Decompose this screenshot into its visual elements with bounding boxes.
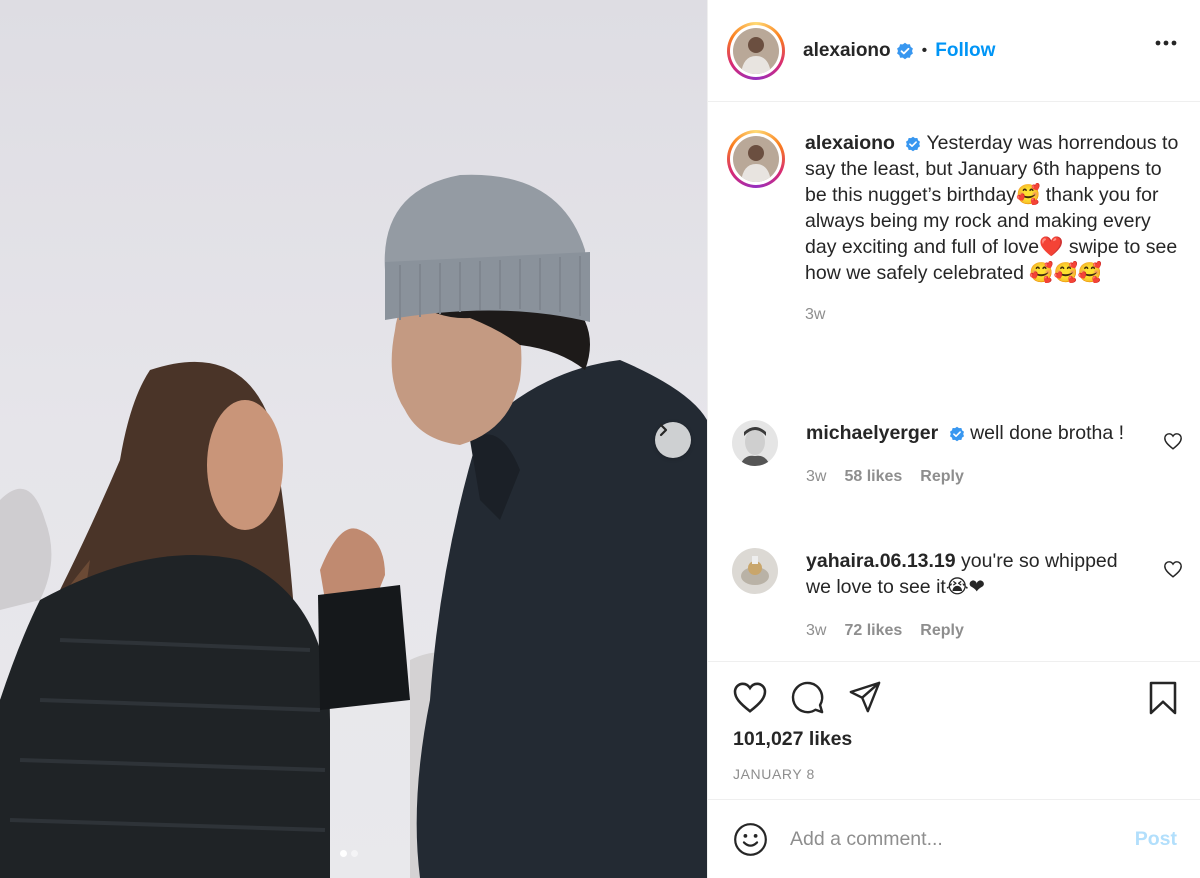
comment-timestamp[interactable]: 3w xyxy=(806,464,826,490)
post-actions: 101,027 likes JANUARY 8 xyxy=(708,661,1200,801)
heart-icon[interactable] xyxy=(732,680,768,714)
more-options-icon[interactable] xyxy=(1155,40,1177,46)
comment-username[interactable]: michaelyerger xyxy=(806,422,938,444)
comment-item: yahaira.06.13.19 you're so whipped we lo… xyxy=(732,548,1187,644)
caption-timestamp[interactable]: 3w xyxy=(805,306,1185,324)
post-side-panel: alexaiono • Follow alexaiono Yesterday w… xyxy=(707,0,1200,878)
comment-composer: Post xyxy=(708,799,1200,878)
post-header: alexaiono • Follow xyxy=(708,0,1200,102)
verified-badge-icon xyxy=(949,426,964,442)
carousel-dot-active xyxy=(340,850,347,857)
author-username[interactable]: alexaiono xyxy=(803,40,891,62)
comment-likes[interactable]: 58 likes xyxy=(844,464,902,490)
comment-reply-button[interactable]: Reply xyxy=(920,464,964,490)
post-comment-button[interactable]: Post xyxy=(1135,828,1177,851)
comment-avatar[interactable] xyxy=(732,548,778,594)
verified-badge-icon xyxy=(906,136,921,152)
share-icon[interactable] xyxy=(847,680,883,714)
post-caption: alexaiono Yesterday was horrendous to sa… xyxy=(727,130,1187,324)
likes-count[interactable]: 101,027 likes xyxy=(733,728,852,751)
comment-input[interactable] xyxy=(790,827,1110,851)
caption-body: Yesterday was horrendous to say the leas… xyxy=(805,132,1179,284)
caption-text-block: alexaiono Yesterday was horrendous to sa… xyxy=(805,130,1185,286)
post-date[interactable]: JANUARY 8 xyxy=(733,766,815,782)
caption-username[interactable]: alexaiono xyxy=(805,132,895,154)
comment-reply-button[interactable]: Reply xyxy=(920,618,964,644)
header-separator: • xyxy=(921,41,928,59)
follow-button[interactable]: Follow xyxy=(935,40,995,62)
comment-item: michaelyerger well done brotha ! 3w 58 l… xyxy=(732,420,1187,490)
carousel-dot xyxy=(351,850,358,857)
chevron-right-icon xyxy=(659,423,668,437)
verified-badge-icon xyxy=(896,42,913,59)
comment-heart-icon[interactable] xyxy=(1163,560,1183,578)
post-photo[interactable] xyxy=(0,0,707,878)
caption-avatar[interactable] xyxy=(733,136,779,182)
comment-likes[interactable]: 72 likes xyxy=(844,618,902,644)
story-ring[interactable] xyxy=(727,21,785,80)
comment-avatar[interactable] xyxy=(732,420,778,466)
comment-icon[interactable] xyxy=(790,680,825,715)
carousel-indicator xyxy=(340,850,358,857)
comment-timestamp[interactable]: 3w xyxy=(806,618,826,644)
bookmark-icon[interactable] xyxy=(1147,680,1179,716)
photo-illustration xyxy=(0,174,707,878)
comment-heart-icon[interactable] xyxy=(1163,432,1183,450)
caption-story-ring[interactable] xyxy=(727,130,785,188)
avatar[interactable] xyxy=(733,27,779,74)
carousel-next-button[interactable] xyxy=(655,422,691,458)
comment-text: well done brotha ! xyxy=(970,422,1125,444)
emoji-icon[interactable] xyxy=(733,822,768,857)
comment-username[interactable]: yahaira.06.13.19 xyxy=(806,550,956,572)
